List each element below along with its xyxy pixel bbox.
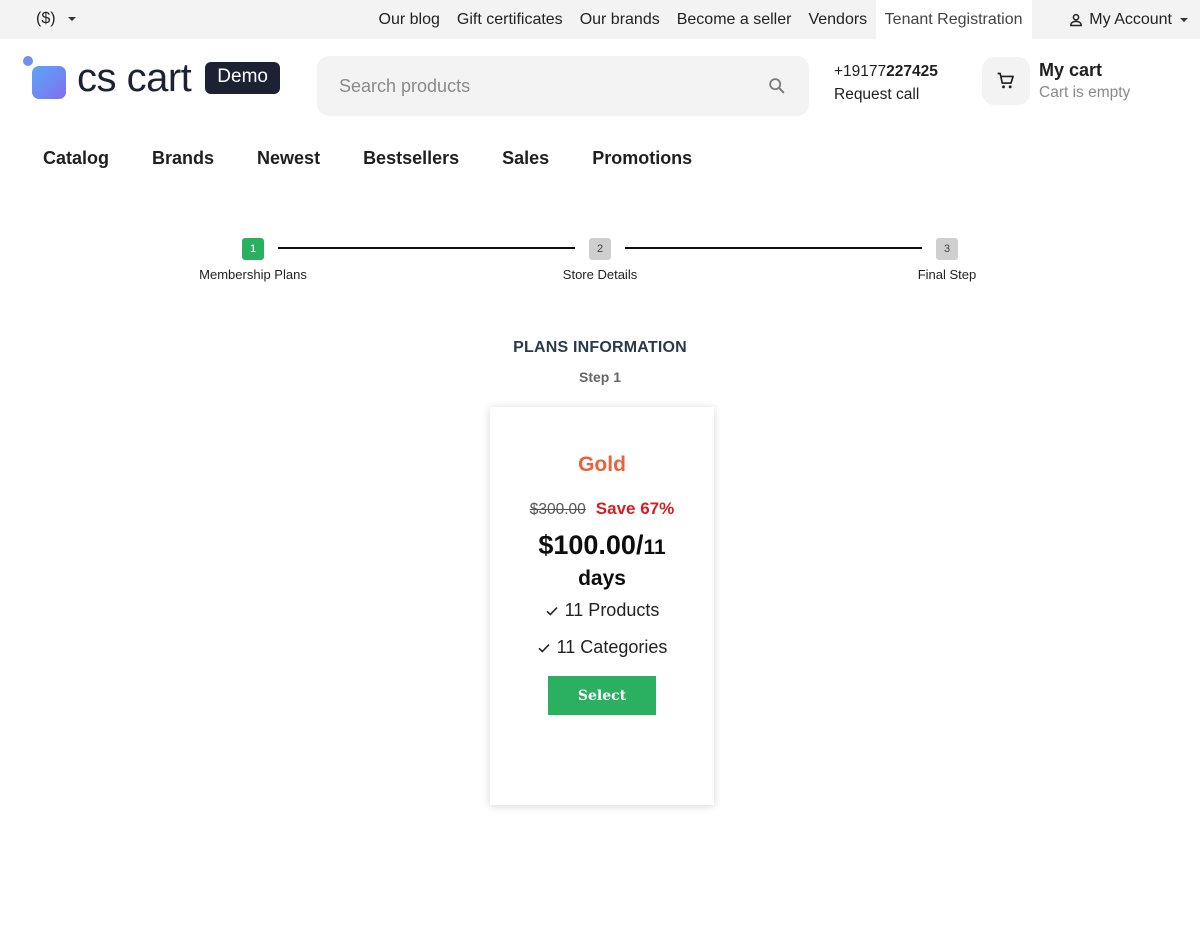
nav-catalog[interactable]: Catalog	[43, 146, 109, 170]
plan-name: Gold	[578, 453, 626, 476]
search-input[interactable]	[317, 75, 765, 97]
step-label-store-details: Store Details	[562, 267, 638, 282]
step-number-2: 2	[589, 238, 611, 260]
cart-widget[interactable]: My cart Cart is empty	[982, 57, 1130, 105]
step-connector	[278, 247, 575, 249]
check-icon	[538, 643, 550, 653]
price-period-unit: days	[578, 567, 626, 590]
step-number-3: 3	[936, 238, 958, 260]
cart-title: My cart	[1039, 60, 1103, 80]
chevron-down-icon	[67, 17, 76, 21]
demo-badge: Demo	[205, 62, 280, 94]
my-account-label: My Account	[1089, 10, 1172, 28]
phone-number[interactable]: +19177227425	[834, 62, 938, 82]
search-bar	[317, 56, 809, 116]
nav-sales[interactable]: Sales	[502, 146, 549, 170]
top-link-become-seller[interactable]: Become a seller	[668, 0, 800, 39]
chevron-down-icon	[1180, 17, 1188, 22]
feature-label: 11 Products	[564, 600, 660, 620]
step-number-1: 1	[242, 238, 264, 260]
currency-selector[interactable]: ($)	[36, 10, 76, 28]
request-call-link[interactable]: Request call	[834, 85, 938, 105]
logo-mark-icon	[22, 56, 66, 100]
cart-status: Cart is empty	[1039, 84, 1131, 101]
feature-item: 11 Products	[490, 600, 714, 621]
nav-brands[interactable]: Brands	[152, 146, 214, 170]
user-icon	[1070, 13, 1083, 26]
plan-discount: $300.00 Save 67%	[490, 499, 714, 519]
page-subtitle: Step 1	[578, 369, 621, 385]
plan-card: Gold $300.00 Save 67% $100.00/11 days 11…	[490, 407, 714, 805]
top-link-vendors[interactable]: Vendors	[800, 0, 876, 39]
price-amount: $100.00/	[538, 530, 644, 560]
cart-icon	[982, 57, 1030, 105]
search-icon[interactable]	[765, 74, 789, 98]
top-links: Our blog Gift certificates Our brands Be…	[370, 0, 1032, 39]
step-connector	[625, 247, 922, 249]
phone-block: +19177227425 Request call	[834, 62, 938, 105]
logo[interactable]: cs cart Demo	[22, 56, 280, 100]
feature-item: 11 Categories	[490, 637, 714, 658]
nav-newest[interactable]: Newest	[257, 146, 320, 170]
nav-promotions[interactable]: Promotions	[592, 146, 692, 170]
select-plan-button[interactable]: Select	[548, 676, 656, 715]
plan-price: $100.00/11 days	[490, 531, 714, 593]
old-price: $300.00	[529, 501, 586, 518]
price-period-num: 11	[643, 536, 666, 559]
logo-text: cs cart	[77, 56, 192, 100]
page-title: PLANS INFORMATION	[513, 339, 687, 356]
check-icon	[546, 606, 558, 616]
step-label-membership-plans: Membership Plans	[199, 267, 307, 282]
feature-label: 11 Categories	[556, 637, 668, 657]
top-link-blog[interactable]: Our blog	[370, 0, 448, 39]
top-link-gift-certificates[interactable]: Gift certificates	[448, 0, 571, 39]
save-badge: Save 67%	[595, 499, 675, 518]
top-link-tenant-registration[interactable]: Tenant Registration	[875, 0, 1032, 39]
top-bar: ($) Our blog Gift certificates Our brand…	[0, 0, 1200, 39]
progress-steps: 1 2 3 Membership Plans Store Details Fin…	[0, 238, 1200, 288]
top-link-brands[interactable]: Our brands	[571, 0, 668, 39]
currency-label: ($)	[36, 10, 56, 27]
my-account-menu[interactable]: My Account	[1069, 0, 1188, 39]
nav-bestsellers[interactable]: Bestsellers	[363, 146, 459, 170]
step-label-final-step: Final Step	[917, 267, 977, 282]
main-nav: Catalog Brands Newest Bestsellers Sales …	[43, 146, 735, 170]
